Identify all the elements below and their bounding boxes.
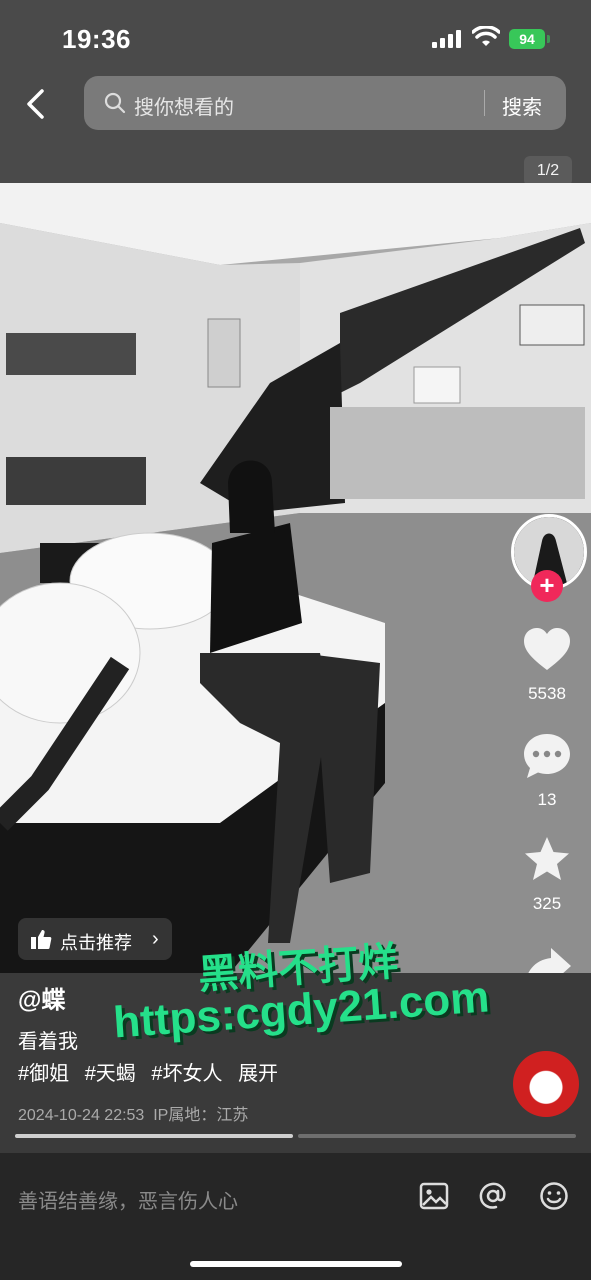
author-name[interactable]: @蝶 (18, 980, 65, 1015)
heart-icon[interactable] (521, 624, 573, 676)
progress-segment-active (15, 1134, 293, 1138)
post-location: IP属地：江苏 (153, 1107, 249, 1124)
post-meta: 2024-10-24 22:53 IP属地：江苏 (18, 1101, 248, 1125)
status-bar: 19:36 94 (0, 0, 591, 70)
progress-segment (298, 1134, 576, 1138)
hashtag[interactable]: #御姐 (18, 1063, 69, 1085)
image-icon[interactable] (419, 1181, 449, 1211)
page-indicator: 1/2 (524, 156, 572, 186)
search-divider (484, 90, 485, 116)
battery-tip (547, 35, 550, 43)
search-icon (104, 92, 126, 114)
expand-link[interactable]: 展开 (238, 1063, 278, 1085)
comment-input[interactable]: 善语结善缘，恶言伤人心 (18, 1185, 238, 1214)
hashtag[interactable]: #坏女人 (151, 1063, 222, 1085)
post-image[interactable] (0, 183, 591, 973)
search-button[interactable]: 搜索 (502, 91, 542, 120)
status-time: 19:36 (62, 24, 131, 54)
back-icon[interactable] (22, 88, 48, 120)
post-photo-illustration (0, 183, 591, 973)
search-placeholder: 搜你想看的 (134, 97, 234, 119)
star-icon[interactable] (521, 834, 573, 886)
follow-button[interactable]: + (531, 570, 563, 602)
search-input[interactable]: 搜你想看的 搜索 (84, 76, 566, 130)
top-bar: 搜你想看的 搜索 (0, 74, 591, 134)
favorite-count: 325 (532, 894, 562, 913)
post-description: 看着我 (18, 1031, 78, 1053)
at-icon[interactable] (478, 1181, 508, 1211)
home-indicator (190, 1261, 402, 1267)
emoji-icon[interactable] (539, 1181, 569, 1211)
wifi-icon (472, 26, 500, 46)
post-datetime: 2024-10-24 22:53 (18, 1107, 145, 1124)
battery-icon: 94 (509, 29, 545, 49)
thumbs-up-icon (31, 930, 52, 949)
music-disc[interactable] (513, 1051, 579, 1117)
comment-bar: 善语结善缘，恶言伤人心 (0, 1153, 591, 1280)
signal-icon (432, 30, 462, 48)
comment-icon[interactable] (521, 730, 573, 782)
comment-count: 13 (537, 790, 557, 809)
like-count: 5538 (528, 684, 566, 703)
